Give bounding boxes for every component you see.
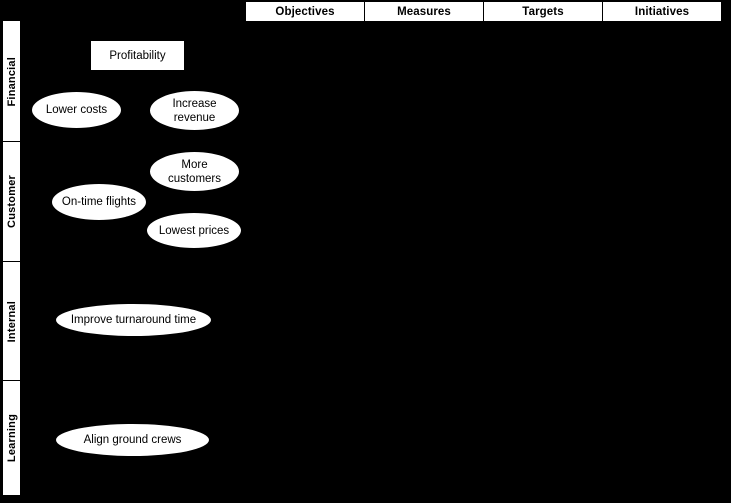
objective-node-increase-revenue[interactable]: Increase revenue [149, 90, 240, 131]
objective-node-lower-costs[interactable]: Lower costs [31, 91, 122, 129]
objective-node-more-customers[interactable]: More customers [149, 151, 240, 192]
objective-node-improve-turnaround-time[interactable]: Improve turnaround time [55, 303, 212, 337]
objective-node-lowest-prices-label: Lowest prices [158, 224, 230, 237]
objective-node-align-ground-crews-label: Align ground crews [83, 434, 182, 446]
objective-node-increase-revenue-label: Increase revenue [172, 97, 217, 124]
objective-node-lower-costs-label: Lower costs [45, 104, 108, 116]
objective-node-on-time-flights[interactable]: On-time flights [51, 183, 147, 221]
objective-node-improve-turnaround-time-label: Improve turnaround time [70, 314, 197, 326]
strategy-map-canvas: Profitability Lower costs Increase reven… [0, 0, 731, 503]
objective-node-profitability[interactable]: Profitability [90, 40, 185, 71]
objective-node-align-ground-crews[interactable]: Align ground crews [55, 423, 210, 457]
objective-node-on-time-flights-label: On-time flights [61, 196, 137, 208]
objective-node-more-customers-label: More customers [167, 158, 222, 185]
objective-node-lowest-prices[interactable]: Lowest prices [146, 212, 242, 249]
objective-node-profitability-label: Profitability [109, 49, 166, 62]
